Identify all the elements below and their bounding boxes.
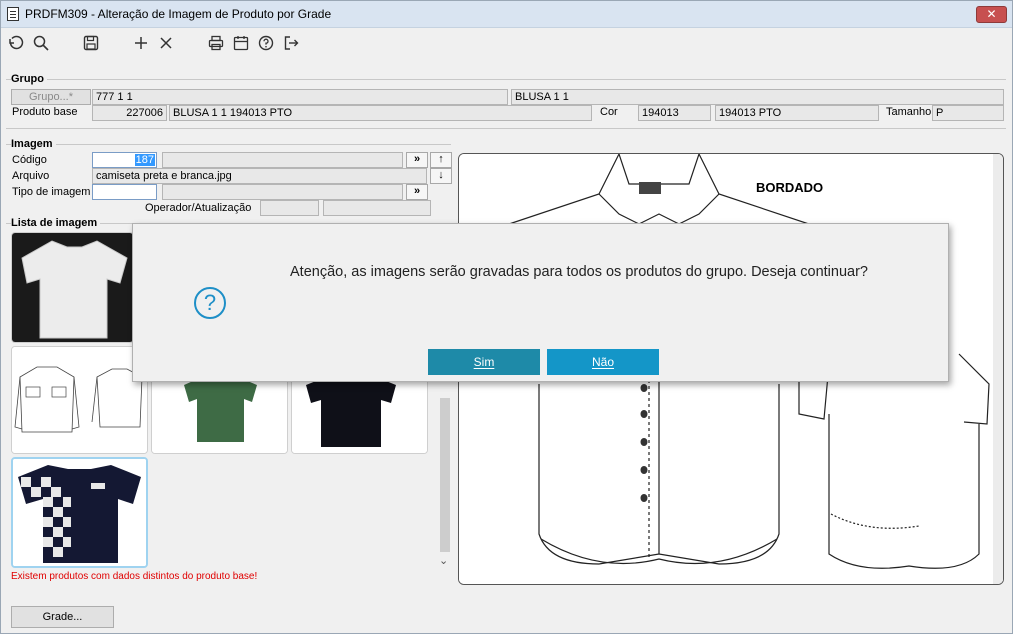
no-button-label: Não [591, 355, 614, 369]
window-title: PRDFM309 - Alteração de Imagem de Produt… [25, 7, 332, 21]
tamanho-field[interactable]: P [932, 105, 1004, 121]
grupo-button[interactable]: Grupo...* [11, 89, 91, 105]
thumbnail-shirt-drawing[interactable] [11, 346, 148, 454]
save-icon[interactable] [82, 34, 100, 52]
codigo-desc-field [162, 152, 403, 168]
lista-section-title: Lista de imagem [11, 217, 101, 229]
produto-code-field[interactable]: 227006 [92, 105, 167, 121]
imagem-section-title: Imagem [11, 138, 56, 150]
imagem-separator [6, 144, 451, 145]
grade-button[interactable]: Grade... [11, 606, 114, 628]
arquivo-field[interactable]: camiseta preta e branca.jpg [92, 168, 427, 184]
yes-button-label: Sim [473, 355, 495, 369]
cor-code-field[interactable]: 194013 [638, 105, 711, 121]
tamanho-label: Tamanho [886, 106, 932, 118]
grupo-code-field[interactable]: 777 1 1 [92, 89, 508, 105]
codigo-more-button[interactable]: » [406, 152, 428, 168]
arquivo-label: Arquivo [12, 170, 50, 182]
move-down-button[interactable]: ↓ [430, 168, 452, 184]
checkered-tshirt-image [13, 459, 146, 566]
title-bar: PRDFM309 - Alteração de Imagem de Produt… [1, 1, 1012, 28]
print-icon[interactable] [207, 34, 225, 52]
bordado-label: BORDADO [756, 180, 823, 195]
tipo-imagem-label: Tipo de imagem [12, 186, 91, 198]
atualizacao-field [323, 200, 431, 216]
search-icon[interactable] [32, 34, 50, 52]
dialog-message: Atenção, as imagens serão gravadas para … [290, 264, 868, 280]
warning-text: Existem produtos com dados distintos do … [11, 571, 258, 582]
tipo-imagem-desc-field [162, 184, 403, 200]
codigo-input[interactable]: 187 [92, 152, 157, 168]
white-tshirt-image [12, 233, 133, 342]
document-icon [7, 7, 19, 21]
thumbnail-checkered-tshirt[interactable] [11, 457, 148, 568]
scrollbar-thumb[interactable] [440, 398, 450, 552]
codigo-selected-text: 187 [134, 154, 155, 166]
scroll-down-arrow-icon[interactable]: ⌄ [439, 554, 448, 567]
exit-icon[interactable] [282, 34, 300, 52]
tipo-more-button[interactable]: » [406, 184, 428, 200]
help-icon[interactable] [257, 34, 275, 52]
delete-icon[interactable] [157, 34, 175, 52]
confirm-dialog: ? Atenção, as imagens serão gravadas par… [132, 223, 949, 382]
add-icon[interactable] [132, 34, 150, 52]
no-button[interactable]: Não [547, 349, 659, 375]
shirt-drawing-image [12, 347, 147, 453]
cor-desc-field: 194013 PTO [715, 105, 879, 121]
tipo-imagem-input[interactable] [92, 184, 157, 200]
main-window: PRDFM309 - Alteração de Imagem de Produt… [0, 0, 1013, 634]
yes-button[interactable]: Sim [428, 349, 540, 375]
grupo-desc-field: BLUSA 1 1 [511, 89, 1004, 105]
produto-desc-field: BLUSA 1 1 194013 PTO [169, 105, 592, 121]
operador-field [260, 200, 319, 216]
thumbnail-white-tshirt[interactable] [11, 232, 134, 343]
calendar-icon[interactable] [232, 34, 250, 52]
close-button[interactable]: ✕ [976, 6, 1007, 23]
operador-label: Operador/Atualização [145, 202, 252, 214]
grupo-section-title: Grupo [11, 73, 47, 85]
question-icon: ? [194, 287, 226, 319]
undo-icon[interactable] [6, 34, 24, 52]
move-up-button[interactable]: ↑ [430, 152, 452, 168]
toolbar [1, 29, 1012, 59]
produto-base-label: Produto base [12, 106, 78, 118]
codigo-label: Código [12, 154, 47, 166]
imagem-top-separator [6, 128, 1006, 129]
cor-label: Cor [600, 106, 618, 118]
grupo-separator [6, 79, 1006, 80]
